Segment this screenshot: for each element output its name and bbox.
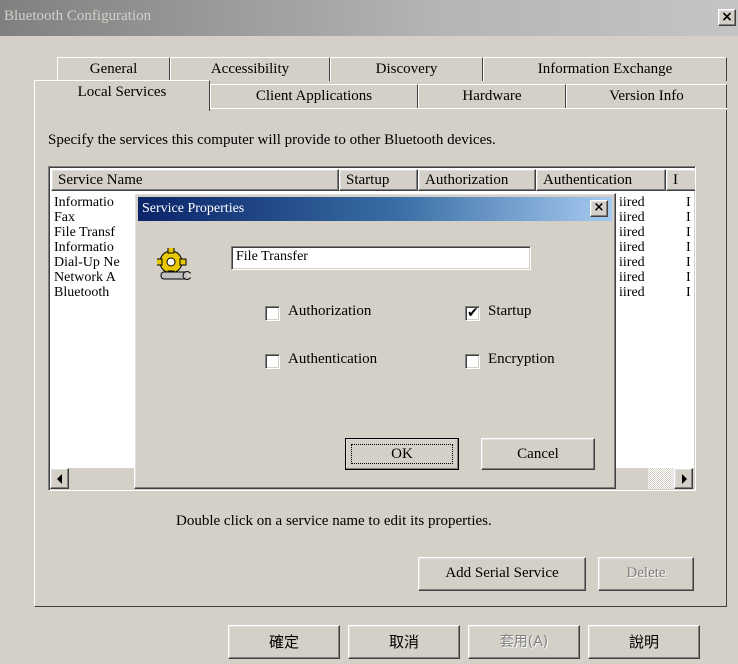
checkmark-icon: ✔ bbox=[467, 305, 479, 321]
button-label: 說明 bbox=[628, 633, 659, 651]
encryption-checkbox[interactable] bbox=[465, 354, 480, 369]
tab-client-applications[interactable]: Client Applications bbox=[210, 84, 418, 108]
window-titlebar: Bluetooth Configuration × bbox=[0, 0, 738, 36]
tab-label: Discovery bbox=[375, 61, 438, 77]
authorization-checkbox[interactable] bbox=[265, 306, 280, 321]
tab-label: Information Exchange bbox=[537, 61, 673, 77]
scroll-right-button[interactable] bbox=[674, 468, 693, 489]
startup-label: Startup bbox=[488, 303, 532, 319]
service-extra: I bbox=[686, 285, 691, 300]
footer-help-button[interactable]: 說明 bbox=[588, 625, 700, 659]
bluetooth-configuration-window: Bluetooth Configuration × General Access… bbox=[0, 0, 738, 664]
right-arrow-icon bbox=[681, 474, 687, 484]
service-extra: I bbox=[686, 225, 691, 240]
column-header-authentication[interactable]: Authentication bbox=[536, 169, 666, 191]
tab-label: Client Applications bbox=[255, 88, 373, 104]
service-properties-dialog: Service Properties × File Transfer Autho… bbox=[134, 193, 616, 489]
dialog-ok-button[interactable]: OK bbox=[345, 438, 459, 470]
scroll-left-button[interactable] bbox=[50, 468, 69, 489]
dialog-cancel-button[interactable]: Cancel bbox=[481, 438, 595, 470]
footer-ok-button[interactable]: 確定 bbox=[228, 625, 340, 659]
service-name: Bluetooth bbox=[54, 285, 110, 300]
add-serial-service-button[interactable]: Add Serial Service bbox=[418, 557, 586, 591]
scroll-track[interactable] bbox=[648, 468, 674, 489]
window-close-button[interactable]: × bbox=[718, 9, 736, 26]
footer-apply-button[interactable]: 套用(A) bbox=[468, 625, 580, 659]
authentication-checkbox[interactable] bbox=[265, 354, 280, 369]
column-header-label: Service Name bbox=[58, 172, 143, 188]
tab-label: Hardware bbox=[462, 88, 522, 104]
service-extra: I bbox=[686, 240, 691, 255]
column-header-authorization[interactable]: Authorization bbox=[418, 169, 536, 191]
column-header-label: Startup bbox=[346, 172, 390, 188]
instruction-text: Specify the services this computer will … bbox=[48, 132, 496, 148]
column-header-label: Authentication bbox=[543, 172, 633, 188]
column-header-label: I bbox=[673, 172, 678, 188]
left-arrow-icon bbox=[56, 474, 62, 484]
tab-label: General bbox=[89, 61, 138, 77]
service-extra: I bbox=[686, 255, 691, 270]
gear-wrench-icon bbox=[155, 246, 195, 286]
service-authentication: iired bbox=[619, 285, 645, 300]
tab-general[interactable]: General bbox=[57, 57, 170, 81]
column-header-more[interactable]: I bbox=[666, 169, 695, 191]
tab-label: Local Services bbox=[77, 84, 167, 100]
tab-version-info[interactable]: Version Info bbox=[566, 84, 727, 108]
footer-cancel-button[interactable]: 取消 bbox=[348, 625, 460, 659]
dialog-close-button[interactable]: × bbox=[590, 200, 608, 217]
button-label: Add Serial Service bbox=[445, 565, 559, 581]
tab-local-services[interactable]: Local Services bbox=[34, 80, 210, 111]
tab-label: Accessibility bbox=[210, 61, 290, 77]
tab-label: Version Info bbox=[609, 88, 684, 104]
button-label: 套用(A) bbox=[499, 634, 549, 650]
authentication-label: Authentication bbox=[288, 351, 378, 367]
service-name: File Transf bbox=[54, 225, 116, 240]
button-label: Cancel bbox=[517, 446, 559, 462]
delete-button[interactable]: Delete bbox=[598, 557, 694, 591]
service-authentication: iired bbox=[619, 210, 645, 225]
tab-discovery[interactable]: Discovery bbox=[330, 57, 483, 81]
service-extra: I bbox=[686, 270, 691, 285]
button-label: 取消 bbox=[388, 633, 419, 651]
service-name: Dial-Up Ne bbox=[54, 255, 120, 270]
close-icon: × bbox=[721, 9, 733, 25]
startup-checkbox[interactable]: ✔ bbox=[465, 305, 480, 321]
service-name: Informatio bbox=[54, 240, 114, 255]
column-header-service-name[interactable]: Service Name bbox=[51, 169, 339, 191]
encryption-label: Encryption bbox=[488, 351, 555, 367]
button-label: 確定 bbox=[268, 633, 299, 651]
window-title: Bluetooth Configuration bbox=[4, 8, 152, 24]
column-header-startup[interactable]: Startup bbox=[339, 169, 418, 191]
service-extra: I bbox=[686, 210, 691, 225]
dialog-titlebar: Service Properties × bbox=[138, 197, 612, 221]
service-authentication: iired bbox=[619, 225, 645, 240]
service-name: Fax bbox=[54, 210, 75, 225]
service-name: Network A bbox=[54, 270, 116, 285]
help-text: Double click on a service name to edit i… bbox=[176, 513, 492, 529]
column-header-label: Authorization bbox=[425, 172, 509, 188]
tab-accessibility[interactable]: Accessibility bbox=[170, 57, 330, 81]
close-icon: × bbox=[593, 200, 605, 215]
service-extra: I bbox=[686, 195, 691, 210]
authorization-label: Authorization bbox=[288, 303, 372, 319]
tab-hardware[interactable]: Hardware bbox=[418, 84, 566, 108]
button-label: Delete bbox=[626, 565, 666, 581]
service-authentication: iired bbox=[619, 240, 645, 255]
service-authentication: iired bbox=[619, 270, 645, 285]
service-name: Informatio bbox=[54, 195, 114, 210]
service-name-field[interactable]: File Transfer bbox=[231, 246, 531, 270]
dialog-title: Service Properties bbox=[142, 201, 245, 216]
tab-page-top-edge bbox=[210, 108, 727, 109]
tab-information-exchange[interactable]: Information Exchange bbox=[483, 57, 727, 81]
service-authentication: iired bbox=[619, 195, 645, 210]
service-authentication: iired bbox=[619, 255, 645, 270]
focus-rectangle bbox=[351, 444, 453, 464]
